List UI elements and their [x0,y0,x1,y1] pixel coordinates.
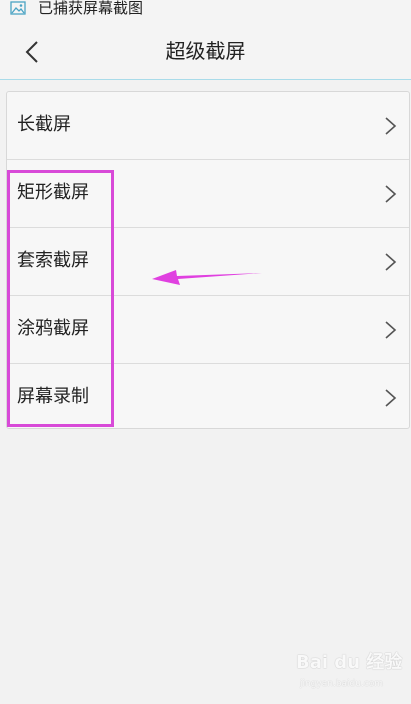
notification-text: 已捕获屏幕截图 [38,0,144,17]
chevron-right-icon [385,321,397,339]
baidu-jingyan-watermark: Bai du 经验 jingyan.baidu.com [296,652,402,694]
page-title: 超级截屏 [165,39,246,63]
menu-item-lasso-screenshot[interactable]: 套索截屏 [7,228,409,296]
title-bar: 超级截屏 [0,20,411,80]
chevron-right-icon [385,117,397,135]
status-bar: 已捕获屏幕截图 [0,0,411,20]
chevron-right-icon [385,253,397,271]
menu-item-screen-recording[interactable]: 屏幕录制 [7,364,409,432]
image-icon [10,1,26,15]
menu-list: 长截屏 矩形截屏 套索截屏 涂鸦截屏 屏幕录制 [6,91,410,429]
menu-item-long-screenshot[interactable]: 长截屏 [7,92,409,160]
menu-item-label: 屏幕录制 [17,386,89,407]
menu-item-doodle-screenshot[interactable]: 涂鸦截屏 [7,296,409,364]
menu-item-label: 套索截屏 [17,250,89,271]
menu-item-rectangle-screenshot[interactable]: 矩形截屏 [7,160,409,228]
watermark-url: jingyan.baidu.com [300,679,384,689]
watermark-logo: Bai du 经验 [296,652,403,673]
chevron-right-icon [385,389,397,407]
menu-item-label: 涂鸦截屏 [17,318,89,339]
chevron-right-icon [385,185,397,203]
menu-item-label: 矩形截屏 [17,182,89,203]
menu-item-label: 长截屏 [17,114,71,135]
